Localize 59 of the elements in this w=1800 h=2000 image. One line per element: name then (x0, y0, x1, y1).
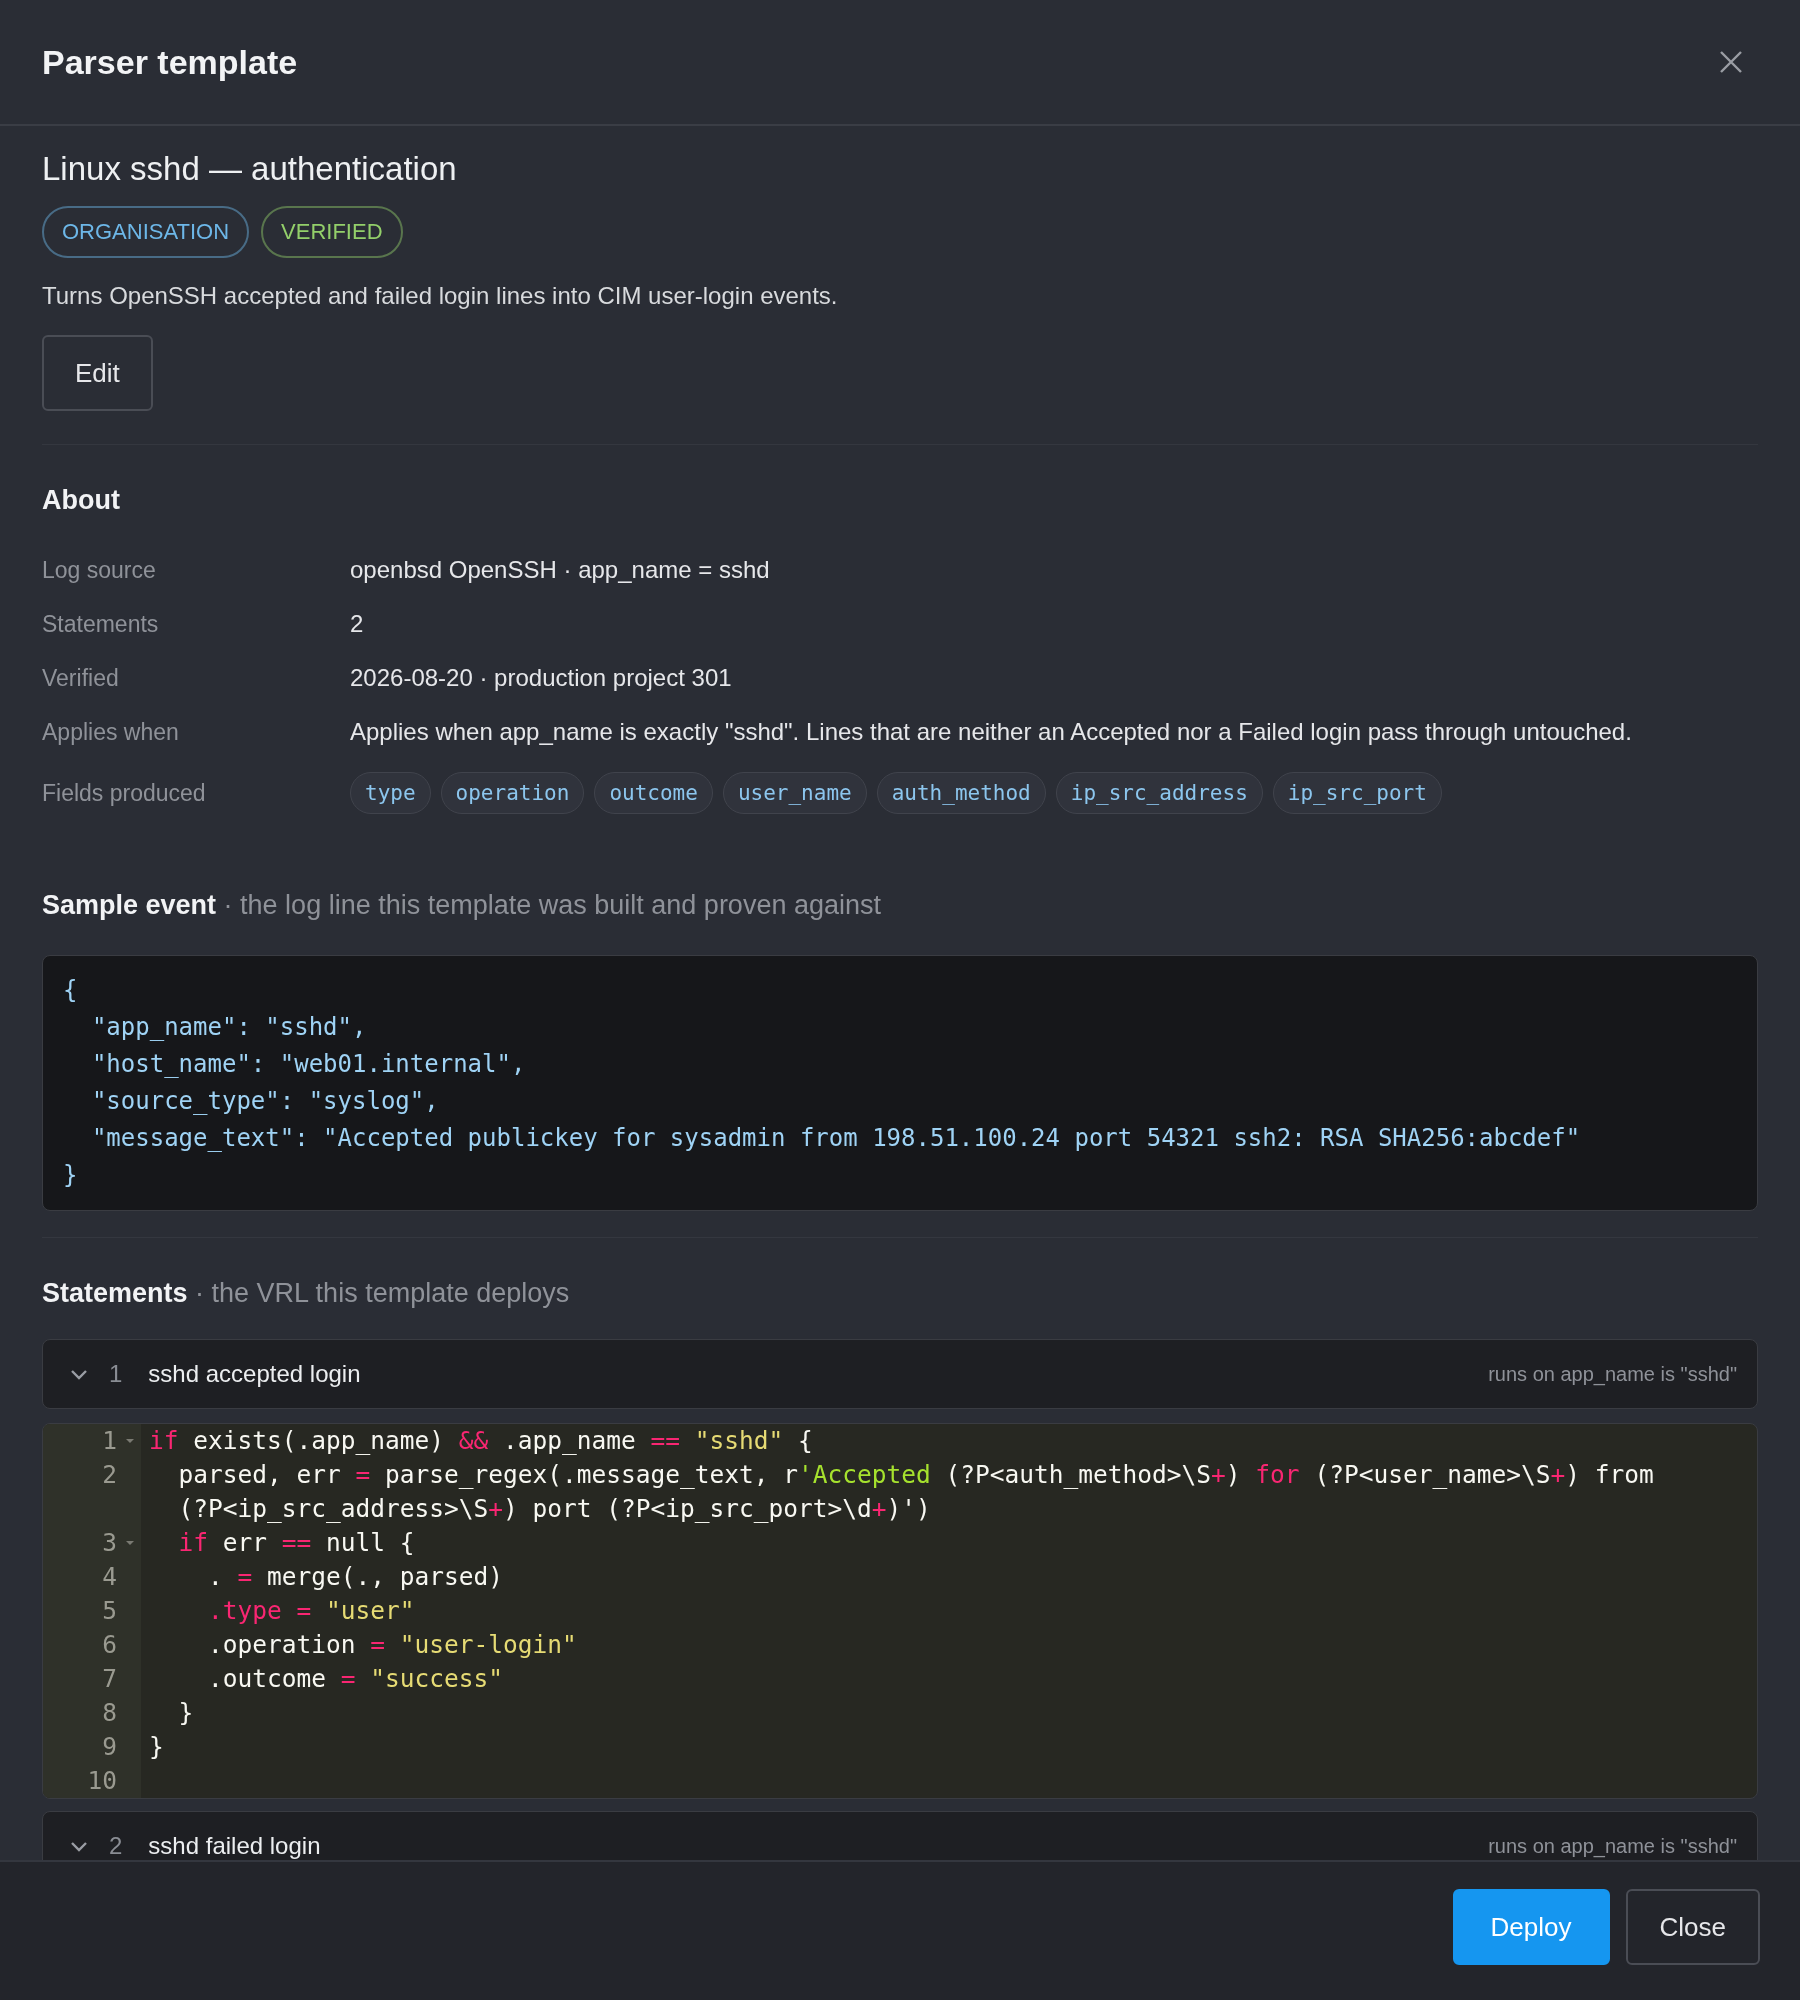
field-chip: ip_src_port (1272, 772, 1442, 814)
line-number: 3 (102, 1527, 117, 1559)
template-name: Linux sshd — authentication (42, 150, 458, 188)
sample-event-code: { "app_name": "sshd", "host_name": "web01.internal", "source_type": "syslog", "message_text": "Accepted publickey for sysadmin from 198.51.100.24 port 54321 ssh2: RSA SHA256:abcdef" } (42, 955, 1758, 1211)
code-line: } (148, 1731, 165, 1763)
close-icon[interactable] (1718, 49, 1744, 75)
code-line: if err == null { (177, 1527, 416, 1559)
line-number: 1 (102, 1425, 117, 1457)
field-chip: ip_src_address (1055, 772, 1263, 814)
field-chip: outcome (594, 772, 713, 814)
field-chip: type (350, 772, 431, 814)
line-number: 2 (102, 1459, 117, 1491)
code-line: .type = "user" (207, 1595, 416, 1627)
field-chip: operation (440, 772, 585, 814)
line-number: 10 (87, 1765, 117, 1797)
code-line: . = merge(., parsed) (207, 1561, 505, 1593)
statement-header[interactable]: 1 sshd accepted login runs on app_name is "sshd" (42, 1339, 1758, 1409)
fold-caret-icon[interactable] (125, 1540, 135, 1546)
line-number: 8 (102, 1697, 117, 1729)
line-number: 7 (102, 1663, 117, 1695)
field-label: Log source (42, 556, 157, 584)
field-value: openbsd OpenSSH · app_name = sshd (350, 556, 771, 584)
statement-number: 2 (109, 1832, 123, 1860)
statement-title: sshd accepted login (148, 1360, 362, 1388)
line-number: 4 (102, 1561, 117, 1593)
statement-number: 1 (109, 1360, 123, 1388)
field-label: Fields produced (42, 779, 207, 807)
line-number: 6 (102, 1629, 117, 1661)
statement-title: sshd failed login (148, 1832, 322, 1860)
field-value: 2 (350, 610, 365, 638)
section-heading: Statements (42, 1278, 188, 1308)
statement-header[interactable]: 2 sshd failed login runs on app_name is "sshd" (42, 1811, 1758, 1860)
fold-caret-icon[interactable] (125, 1438, 135, 1444)
field-value: 2026-08-20 · production project 301 (350, 664, 733, 692)
field-label: Verified (42, 664, 120, 692)
template-description: Turns OpenSSH accepted and failed login lines into CIM user-login events. (42, 282, 839, 310)
code-line: .operation = "user-login" (207, 1629, 578, 1661)
field-value: Applies when app_name is exactly "sshd". Lines that are neither an Accepted nor a Failed login pass through untouched. (350, 718, 1633, 746)
section-subheading: · the log line this template was built and proven against (223, 890, 881, 920)
tag: ORGANISATION (42, 206, 250, 258)
field-label: Applies when (42, 718, 180, 746)
close-button[interactable]: Close (1625, 1889, 1760, 1965)
line-number: 5 (102, 1595, 117, 1627)
code-line: if exists(.app_name) && .app_name == "sshd" { (148, 1425, 814, 1457)
field-chip: user_name (722, 772, 867, 814)
tag: VERIFIED (261, 206, 403, 258)
edit-button[interactable]: Edit (42, 335, 153, 411)
statement-condition: runs on app_name is "sshd" (1488, 1362, 1737, 1386)
section-heading: About (42, 485, 121, 516)
dialog-title: Parser template (42, 42, 298, 82)
code-line: } (177, 1697, 195, 1729)
section-heading: Sample event (42, 890, 217, 920)
code-line: parsed, err = parse_regex(.message_text, r'Accepted (?P<auth_method>\S+) for (?P<user_name>\S+) from (?P<ip_src_address>\S+) port (?P<ip_src_port>\d+)') (177, 1459, 1655, 1525)
field-chip: auth_method (876, 772, 1046, 814)
statement-condition: runs on app_name is "sshd" (1488, 1834, 1737, 1858)
line-number: 9 (102, 1731, 117, 1763)
field-label: Statements (42, 610, 160, 638)
code-line: .outcome = "success" (207, 1663, 505, 1695)
section-subheading: · the VRL this template deploys (195, 1278, 570, 1308)
